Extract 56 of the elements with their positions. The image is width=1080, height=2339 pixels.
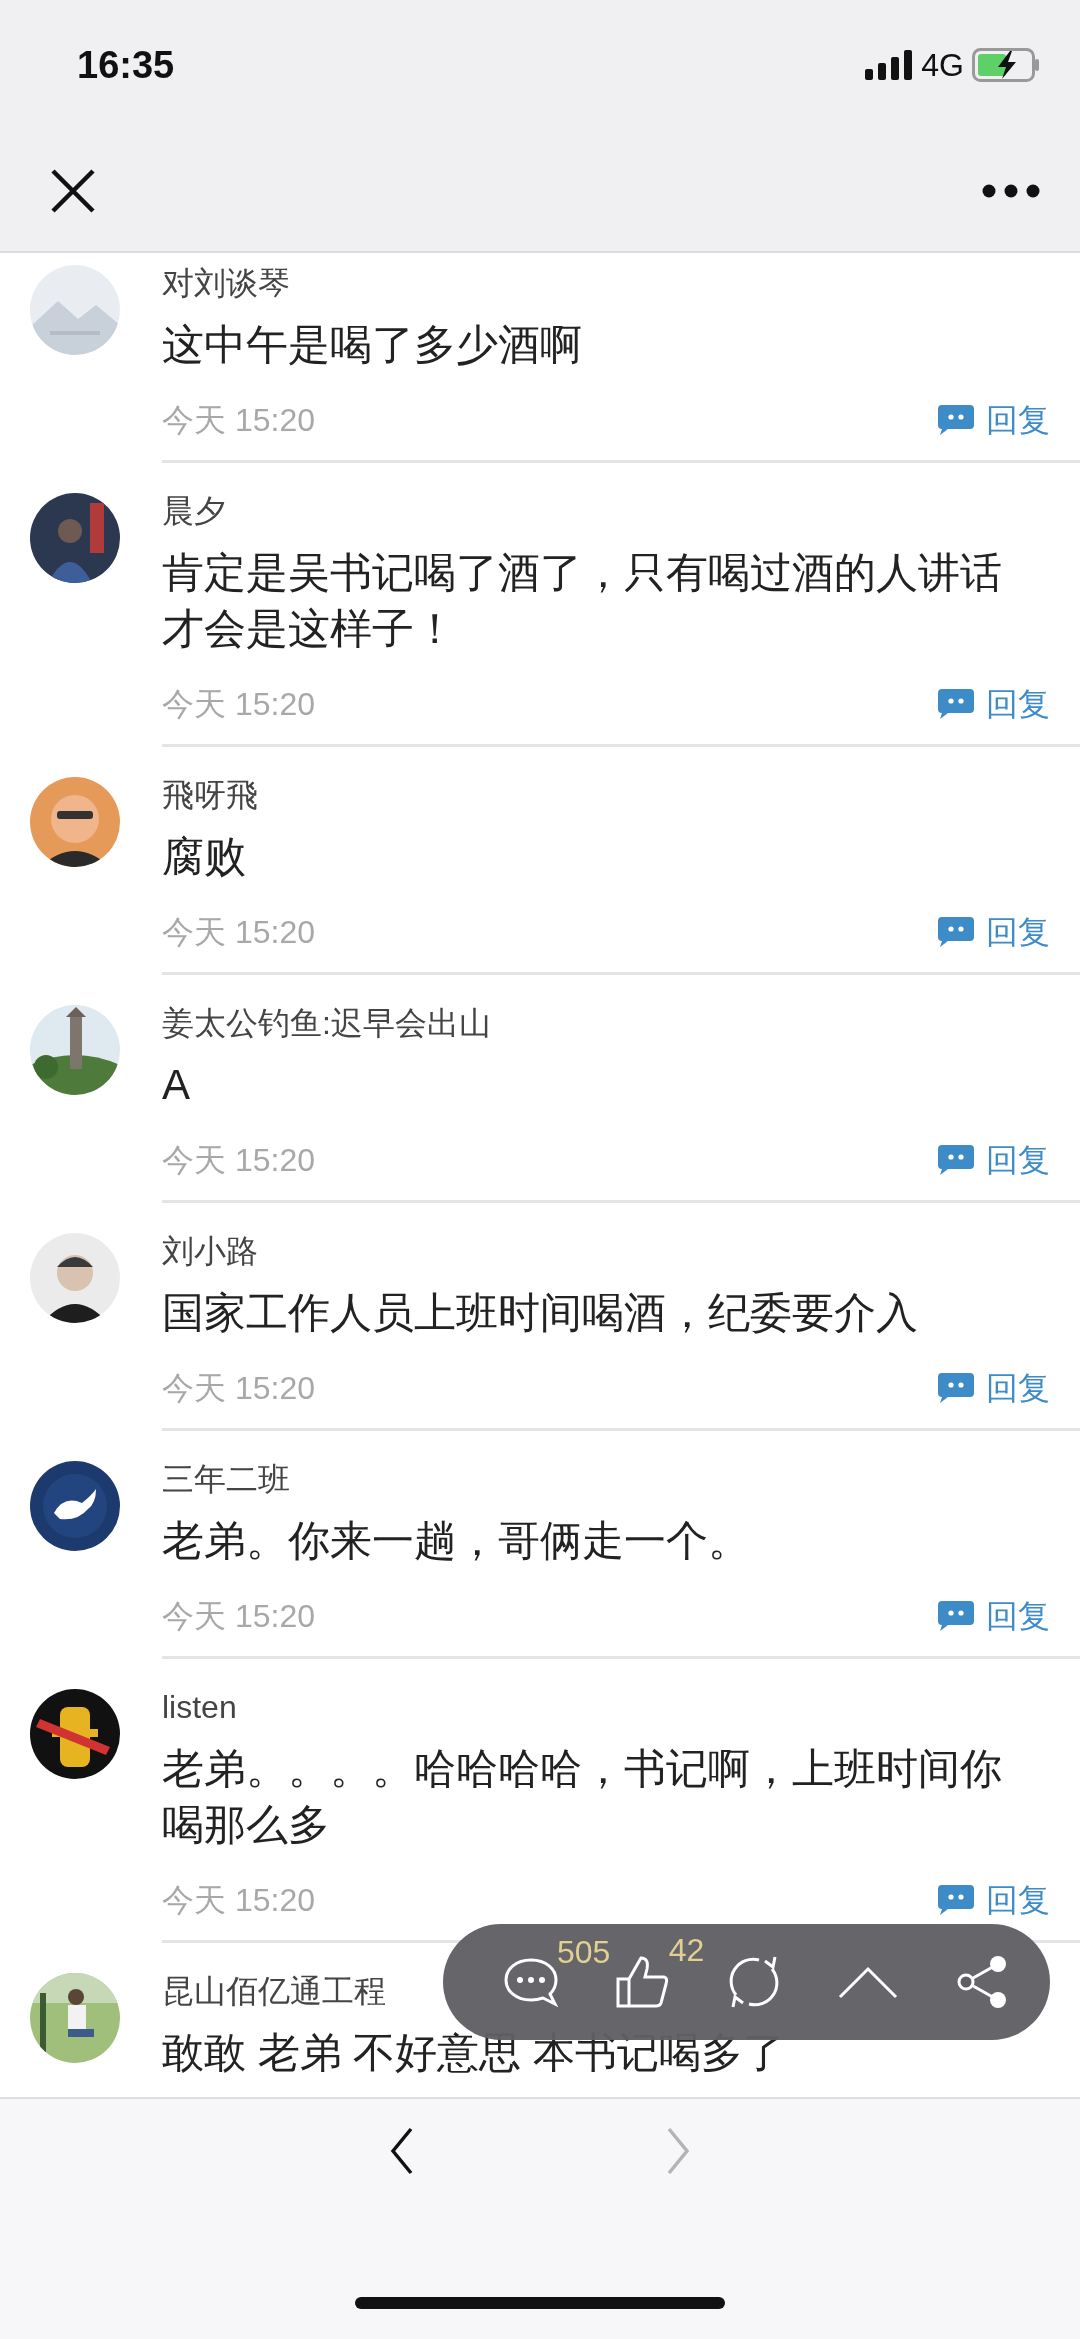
back-button[interactable] (389, 2127, 415, 2175)
comment-time: 今天 15:20 (162, 685, 315, 724)
comment-text: 腐败 (162, 832, 246, 882)
speech-bubble-icon (938, 1601, 974, 1631)
speech-bubble-icon (938, 1145, 974, 1175)
username: 飛呀飛 (162, 776, 258, 815)
caret-up-icon (838, 1965, 899, 1999)
status-time: 16:35 (77, 42, 175, 88)
comment-time: 今天 15:20 (162, 1369, 315, 1408)
username: 对刘谈琴 (162, 264, 290, 303)
comment-time: 今天 15:20 (162, 913, 315, 952)
comments-button[interactable] (503, 1957, 559, 2007)
reply-button[interactable]: 回复 (938, 1599, 1050, 1633)
username: 三年二班 (162, 1460, 290, 1499)
comment-count: 505 (557, 1935, 611, 1969)
reply-button[interactable]: 回复 (938, 687, 1050, 721)
comment-text: 老弟。你来一趟，哥俩走一个。 (162, 1516, 750, 1566)
comment-text: A (162, 1060, 190, 1110)
like-count: 42 (668, 1933, 705, 1967)
comment-text: 敢敢 老弟 不好意思 本书记喝多了 (162, 2028, 785, 2078)
comment-time: 今天 15:20 (162, 1141, 315, 1180)
scroll-top-button[interactable] (838, 1965, 899, 1999)
username: 刘小路 (162, 1232, 258, 1271)
close-button[interactable] (50, 167, 96, 214)
close-icon (50, 167, 96, 214)
comment-icon (503, 1957, 559, 2007)
more-button[interactable] (982, 183, 1040, 198)
reply-button[interactable]: 回复 (938, 915, 1050, 949)
speech-bubble-icon (938, 1373, 974, 1403)
username: 晨夕 (162, 492, 226, 531)
signal-icon (865, 50, 914, 80)
more-icon (982, 183, 1040, 198)
comment-text: 这中午是喝了多少酒啊 (162, 320, 582, 370)
like-button[interactable] (614, 1955, 669, 2009)
chevron-right-icon (665, 2127, 691, 2175)
thumbs-up-icon (614, 1955, 669, 2009)
battery-icon (972, 48, 1040, 82)
comment-text: 国家工作人员上班时间喝酒，纪委要介入 (162, 1288, 918, 1338)
username: listen (162, 1688, 237, 1727)
reply-button[interactable]: 回复 (938, 1371, 1050, 1405)
username: 姜太公钓鱼:迟早会出山 (162, 1004, 491, 1043)
comment-time: 今天 15:20 (162, 1597, 315, 1636)
speech-bubble-icon (938, 1885, 974, 1915)
reply-button[interactable]: 回复 (938, 1143, 1050, 1177)
network-label: 4G (921, 46, 964, 85)
speech-bubble-icon (938, 405, 974, 435)
speech-bubble-icon (938, 689, 974, 719)
comment-time: 今天 15:20 (162, 1881, 315, 1920)
reply-button[interactable]: 回复 (938, 1883, 1050, 1917)
comment-time: 今天 15:20 (162, 401, 315, 440)
comment-text: 肯定是吴书记喝了酒了，只有喝过酒的人讲话才会是这样子！ (162, 548, 1003, 654)
username: 昆山佰亿通工程 (162, 1972, 386, 2011)
chevron-left-icon (389, 2127, 415, 2175)
reply-button[interactable]: 回复 (938, 403, 1050, 437)
comment-text: 老弟。。。。哈哈哈哈，书记啊，上班时间你喝那么多 (162, 1744, 1003, 1850)
speech-bubble-icon (938, 917, 974, 947)
